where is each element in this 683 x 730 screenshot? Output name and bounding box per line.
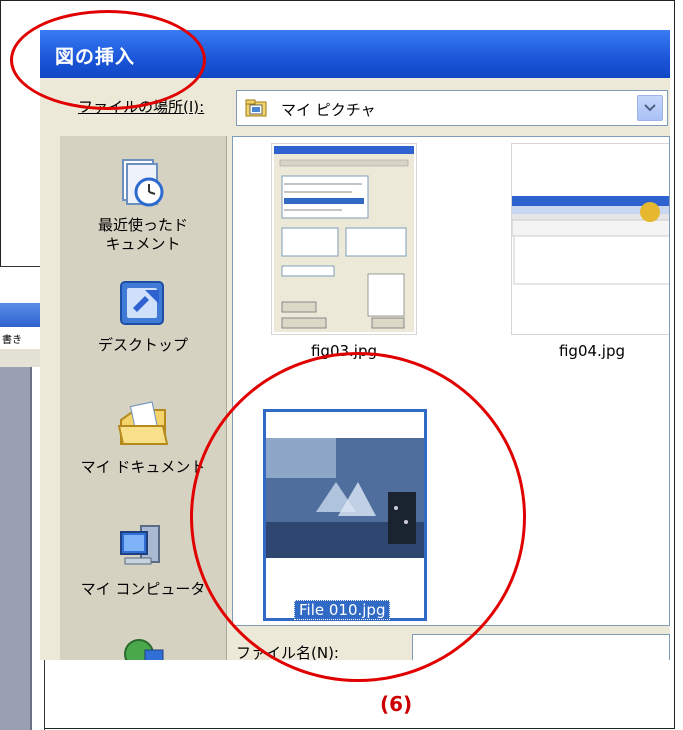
desktop-icon bbox=[120, 281, 164, 325]
background-window: 書き bbox=[0, 266, 45, 730]
place-label-recent: 最近使ったド キュメント bbox=[97, 216, 188, 253]
location-value: マイ ピクチャ bbox=[281, 101, 376, 119]
file-thumbnail-file010 bbox=[266, 412, 424, 572]
dialog-title: 図の挿入 bbox=[55, 46, 136, 68]
insert-picture-dialog: 図の挿入 ファイルの場所(I): マイ ピクチャ 最近使ったド キュメント デス… bbox=[40, 30, 670, 660]
chevron-down-icon bbox=[644, 104, 656, 112]
background-window-toolbar bbox=[0, 349, 44, 367]
file-name: fig03.jpg bbox=[310, 342, 378, 360]
location-dropdown[interactable]: マイ ピクチャ bbox=[236, 90, 668, 126]
file-thumbnail-fig04 bbox=[511, 144, 669, 334]
folder-icon bbox=[245, 99, 267, 117]
my-computer-icon bbox=[120, 525, 160, 565]
place-network[interactable] bbox=[60, 636, 226, 660]
filename-label: ファイル名(N): bbox=[236, 644, 339, 660]
file-name-selected: File 010.jpg bbox=[294, 600, 391, 620]
location-label: ファイルの場所(I): bbox=[78, 98, 205, 116]
background-window-text: 書き bbox=[2, 335, 22, 346]
place-my-computer[interactable]: マイ コンピュータ bbox=[60, 520, 226, 599]
dialog-titlebar[interactable]: 図の挿入 bbox=[40, 30, 670, 78]
recent-documents-icon bbox=[122, 159, 164, 207]
file-list: fig03.jpg fig04.jpg File 010.jpg bbox=[232, 136, 670, 626]
place-label-my-documents: マイ ドキュメント bbox=[80, 458, 206, 476]
file-item[interactable]: fig03.jpg bbox=[271, 143, 417, 360]
places-bar: 最近使ったド キュメント デスクトップ マイ ドキュメント マイ コンピュータ bbox=[60, 136, 227, 660]
file-name: fig04.jpg bbox=[558, 342, 626, 360]
place-label-my-computer: マイ コンピュータ bbox=[80, 580, 206, 598]
filename-input[interactable] bbox=[412, 634, 670, 660]
figure-caption: (6) bbox=[380, 692, 413, 716]
my-documents-icon bbox=[117, 401, 169, 445]
network-places-icon bbox=[124, 639, 164, 660]
file-item-selected[interactable]: File 010.jpg bbox=[263, 409, 427, 621]
place-desktop[interactable]: デスクトップ bbox=[60, 276, 226, 355]
background-window-panel bbox=[0, 367, 32, 730]
place-label-desktop: デスクトップ bbox=[97, 336, 188, 354]
file-item[interactable]: fig04.jpg bbox=[511, 143, 669, 360]
place-recent-documents[interactable]: 最近使ったド キュメント bbox=[60, 156, 226, 254]
location-dropdown-button[interactable] bbox=[637, 95, 663, 121]
background-window-titlebar bbox=[0, 303, 44, 327]
place-my-documents[interactable]: マイ ドキュメント bbox=[60, 398, 226, 477]
file-thumbnail-fig03 bbox=[274, 146, 414, 332]
